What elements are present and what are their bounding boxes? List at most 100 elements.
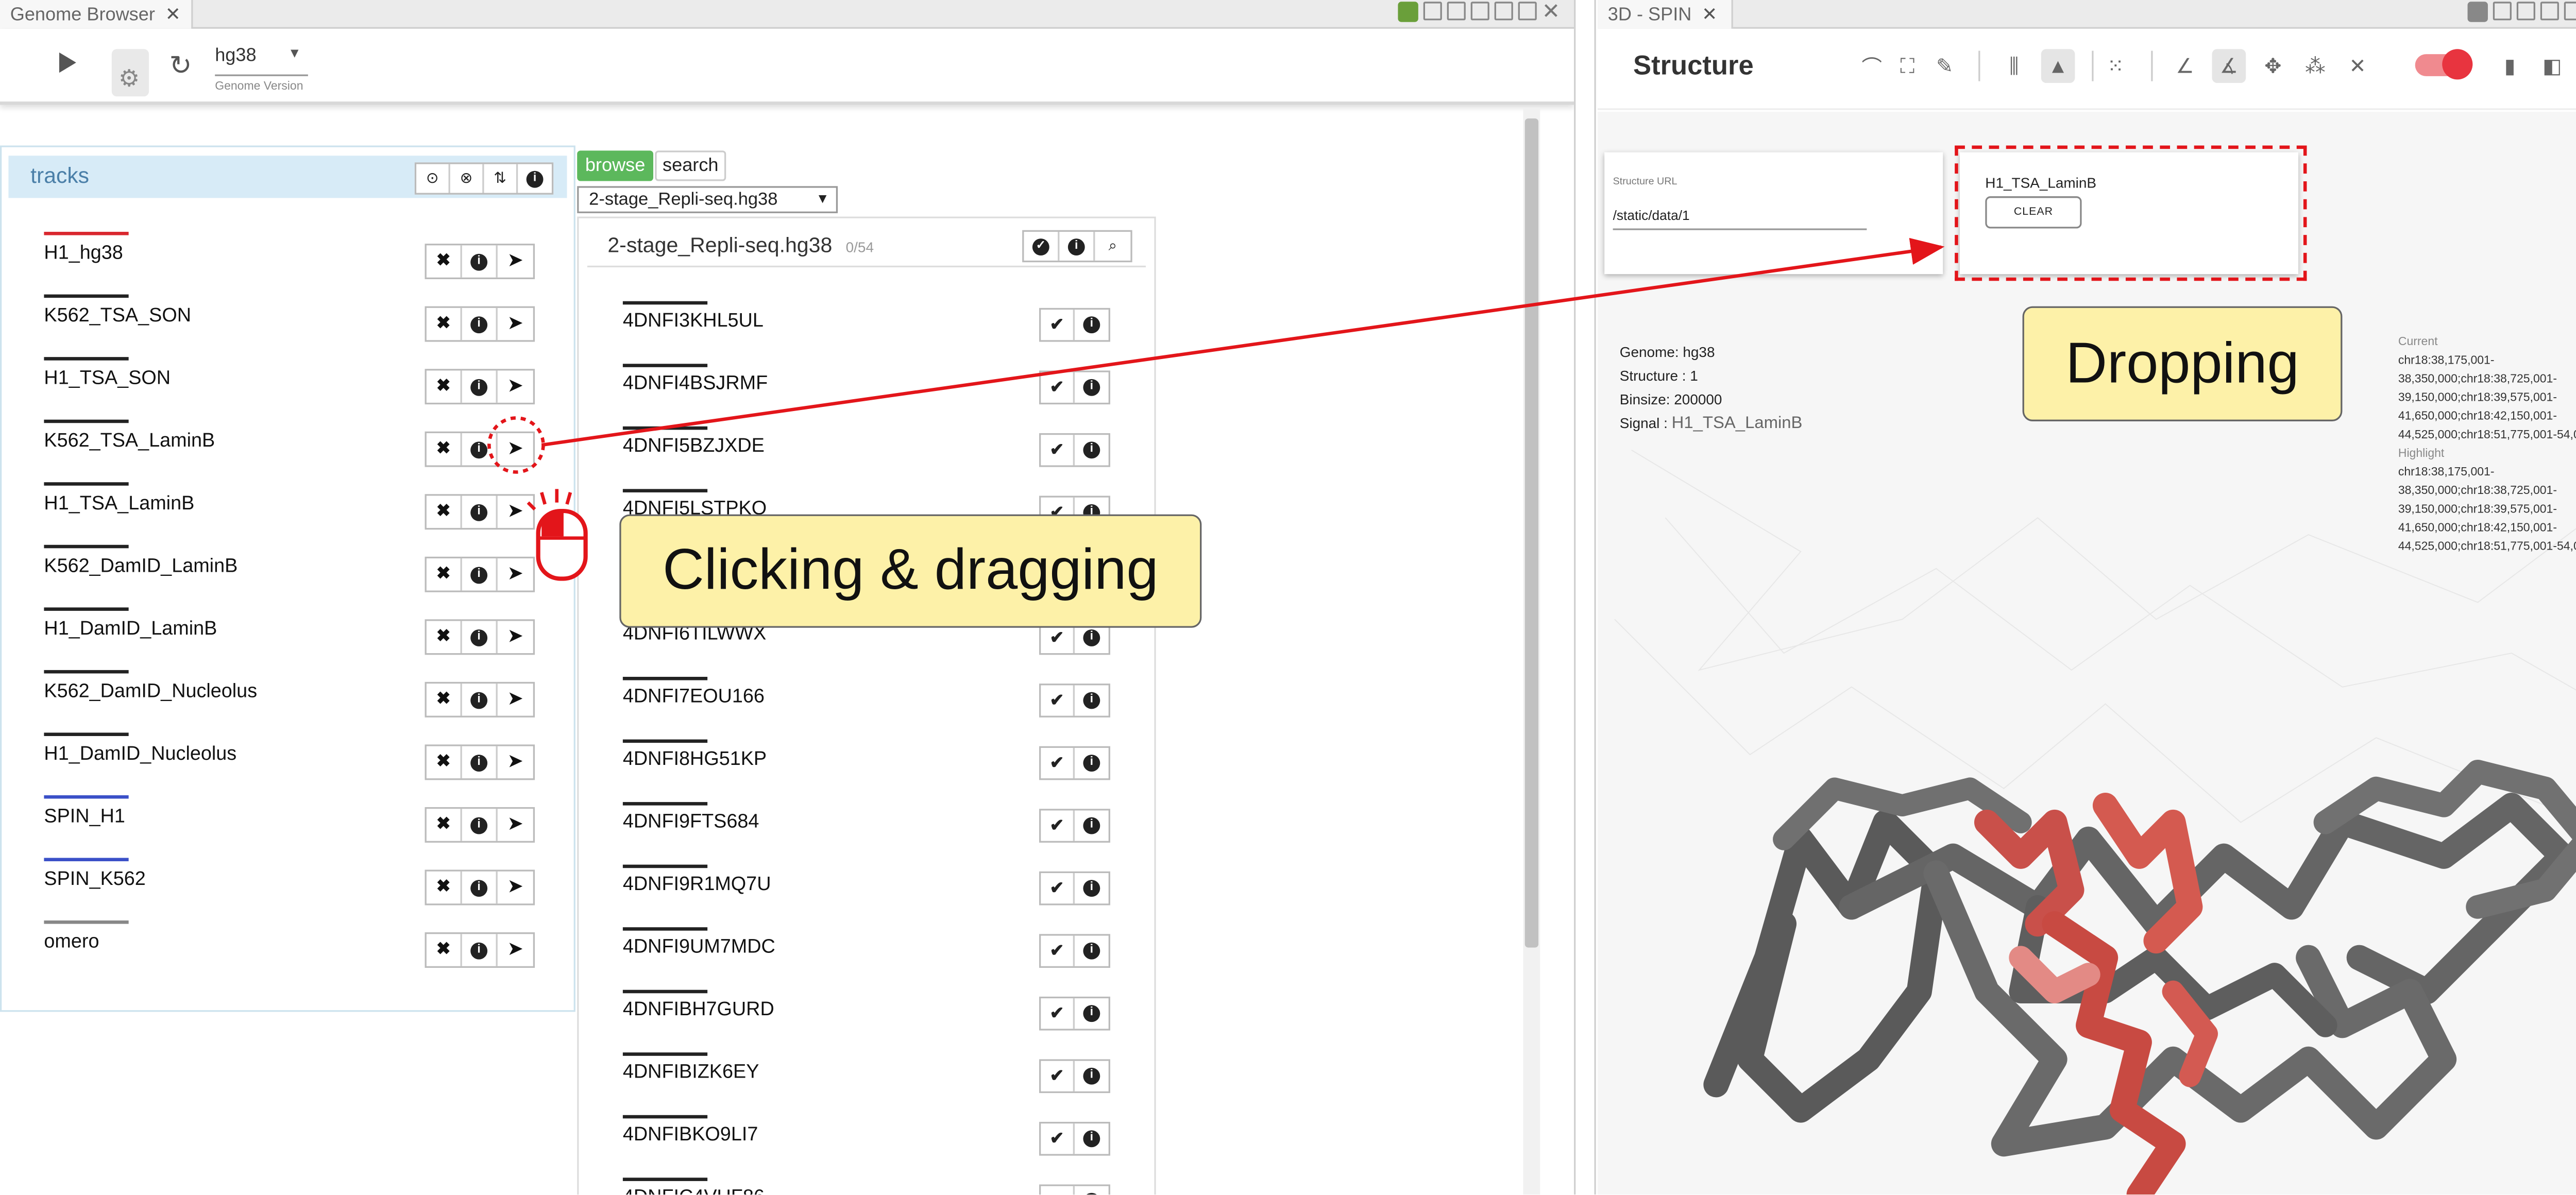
- info-icon[interactable]: i: [462, 809, 498, 841]
- info-icon[interactable]: i: [1075, 435, 1109, 465]
- send-icon[interactable]: ➤: [498, 308, 533, 340]
- dataset-row[interactable]: 4DNFI5BZJXDE ✔ i: [622, 426, 1131, 477]
- dataset-row[interactable]: 4DNFI4BSJRMF ✔ i: [622, 364, 1131, 415]
- remove-icon[interactable]: ✖: [427, 934, 462, 966]
- remove-icon[interactable]: ✖: [427, 684, 462, 716]
- track-row[interactable]: omero ✖ i ➤: [39, 920, 547, 968]
- info-icon[interactable]: i: [1075, 873, 1109, 903]
- tab-genome-browser[interactable]: Genome Browser ✕: [0, 0, 193, 29]
- info-icon[interactable]: i: [462, 496, 498, 528]
- info-icon[interactable]: i: [462, 433, 498, 466]
- tab-3d-spin[interactable]: 3D - SPIN ✕: [1598, 0, 1733, 29]
- close-icon[interactable]: ✕: [2341, 49, 2375, 83]
- move-icon[interactable]: ✥: [2256, 49, 2290, 83]
- dataset-row[interactable]: 4DNFI9UM7MDC ✔ i: [622, 927, 1131, 978]
- remove-icon[interactable]: ✖: [427, 496, 462, 528]
- dataset-row[interactable]: 4DNFI8HG51KP ✔ i: [622, 739, 1131, 791]
- play-icon[interactable]: [59, 52, 76, 73]
- sort-icon[interactable]: ⇅: [484, 164, 518, 193]
- cluster-icon[interactable]: ⁂: [2298, 49, 2332, 83]
- info-icon[interactable]: i: [462, 746, 498, 779]
- info-circle-icon[interactable]: i: [518, 164, 552, 193]
- track-row[interactable]: K562_TSA_SON ✖ i ➤: [39, 294, 547, 342]
- restore-icon[interactable]: [1423, 2, 1442, 21]
- rainbow-icon[interactable]: ⌒: [1855, 49, 1889, 83]
- dataset-row[interactable]: 4DNFI7EOU166 ✔ i: [622, 677, 1131, 728]
- refresh-icon[interactable]: ↻: [170, 49, 192, 83]
- dataset-select[interactable]: 2-stage_Repli-seq.hg38 ▼: [577, 186, 838, 213]
- track-row[interactable]: K562_DamID_LaminB ✖ i ➤: [39, 544, 547, 592]
- scrollbar-thumb[interactable]: [1524, 118, 1539, 948]
- remove-icon[interactable]: ✖: [427, 871, 462, 904]
- remove-icon[interactable]: ✖: [427, 809, 462, 841]
- remove-icon[interactable]: ✖: [427, 245, 462, 278]
- dataset-row[interactable]: 4DNFI3KHL5UL ✔ i: [622, 301, 1131, 352]
- dataset-row[interactable]: 4DNFIBH7GURD ✔ i: [622, 989, 1131, 1041]
- toggle-switch[interactable]: [2415, 49, 2473, 80]
- tab-close-icon[interactable]: ✕: [1702, 5, 1717, 25]
- remove-icon[interactable]: ✖: [427, 308, 462, 340]
- copy-icon[interactable]: [2540, 2, 2559, 21]
- tab-close-icon[interactable]: ✕: [165, 5, 181, 25]
- info-icon[interactable]: i: [1075, 998, 1109, 1029]
- info-icon[interactable]: i: [462, 558, 498, 591]
- track-row[interactable]: H1_TSA_SON ✖ i ➤: [39, 357, 547, 405]
- search-tab-button[interactable]: search: [655, 150, 726, 181]
- check-icon[interactable]: ✔: [1041, 935, 1075, 966]
- send-icon[interactable]: ➤: [498, 370, 533, 402]
- info-icon[interactable]: i: [1075, 748, 1109, 778]
- send-icon[interactable]: ➤: [498, 245, 533, 277]
- send-icon[interactable]: ➤: [498, 558, 533, 590]
- send-icon[interactable]: ➤: [498, 809, 533, 841]
- mountain-icon[interactable]: ▲: [2041, 49, 2075, 83]
- check-icon[interactable]: ✔: [1041, 685, 1075, 716]
- window-divider[interactable]: [1574, 0, 1596, 1195]
- save-icon[interactable]: [2516, 2, 2535, 21]
- send-icon[interactable]: ➤: [498, 496, 533, 528]
- wrench-icon[interactable]: [1398, 2, 1418, 22]
- dataset-row[interactable]: 4DNFIBIZK6EY ✔ i: [622, 1052, 1131, 1103]
- info-icon[interactable]: i: [462, 871, 498, 904]
- dataset-row[interactable]: 4DNFIBKO9LI7 ✔ i: [622, 1115, 1131, 1166]
- info-icon[interactable]: i: [1075, 685, 1109, 715]
- remove-icon[interactable]: ✖: [427, 621, 462, 654]
- close-window-icon[interactable]: ✕: [1542, 0, 1561, 22]
- book-open-icon[interactable]: ◧: [2535, 49, 2569, 83]
- check-icon[interactable]: ✔: [1041, 1186, 1075, 1195]
- check-icon[interactable]: ✔: [1041, 873, 1075, 904]
- settings-button[interactable]: ⚙: [111, 49, 149, 97]
- info-icon[interactable]: i: [462, 934, 498, 966]
- send-icon[interactable]: ➤: [498, 621, 533, 653]
- angle-filled-icon[interactable]: ∡: [2212, 49, 2246, 83]
- check-icon[interactable]: ✔: [1041, 372, 1075, 403]
- remove-icon[interactable]: ✖: [427, 746, 462, 779]
- search-icon[interactable]: ⌕: [1095, 232, 1130, 261]
- track-row[interactable]: K562_DamID_Nucleolus ✖ i ➤: [39, 670, 547, 718]
- info-icon[interactable]: i: [1075, 1061, 1109, 1091]
- track-row[interactable]: H1_DamID_Nucleolus ✖ i ➤: [39, 732, 547, 780]
- info-icon[interactable]: i: [1075, 936, 1109, 966]
- save-icon[interactable]: [1447, 2, 1466, 21]
- popout-icon[interactable]: [1494, 2, 1513, 21]
- info-icon[interactable]: i: [462, 245, 498, 278]
- dataset-row[interactable]: 4DNFI9FTS684 ✔ i: [622, 802, 1131, 853]
- info-icon[interactable]: i: [462, 684, 498, 716]
- info-icon[interactable]: i: [1075, 372, 1109, 403]
- restore-icon[interactable]: [2493, 2, 2512, 21]
- angle-icon[interactable]: ∠: [2168, 49, 2202, 83]
- check-icon[interactable]: ✔: [1041, 1123, 1075, 1154]
- send-icon[interactable]: ➤: [498, 872, 533, 903]
- track-row[interactable]: SPIN_H1 ✖ i ➤: [39, 795, 547, 843]
- bars-vertical-icon[interactable]: ⫼: [1997, 49, 2031, 83]
- maximize-icon[interactable]: [1518, 2, 1537, 21]
- info-circle-icon[interactable]: i: [1059, 232, 1095, 261]
- copy-icon[interactable]: [1470, 2, 1489, 21]
- check-icon[interactable]: ✔: [1041, 435, 1075, 466]
- info-icon[interactable]: i: [1075, 1123, 1109, 1154]
- check-icon[interactable]: ✔: [1041, 810, 1075, 841]
- info-icon[interactable]: i: [1075, 811, 1109, 841]
- structure-url-input[interactable]: /static/data/1: [1613, 208, 1867, 230]
- track-row[interactable]: H1_TSA_LaminB ✖ i ➤: [39, 482, 547, 530]
- check-icon[interactable]: ✔: [1041, 1061, 1075, 1091]
- check-icon[interactable]: ✔: [1041, 747, 1075, 779]
